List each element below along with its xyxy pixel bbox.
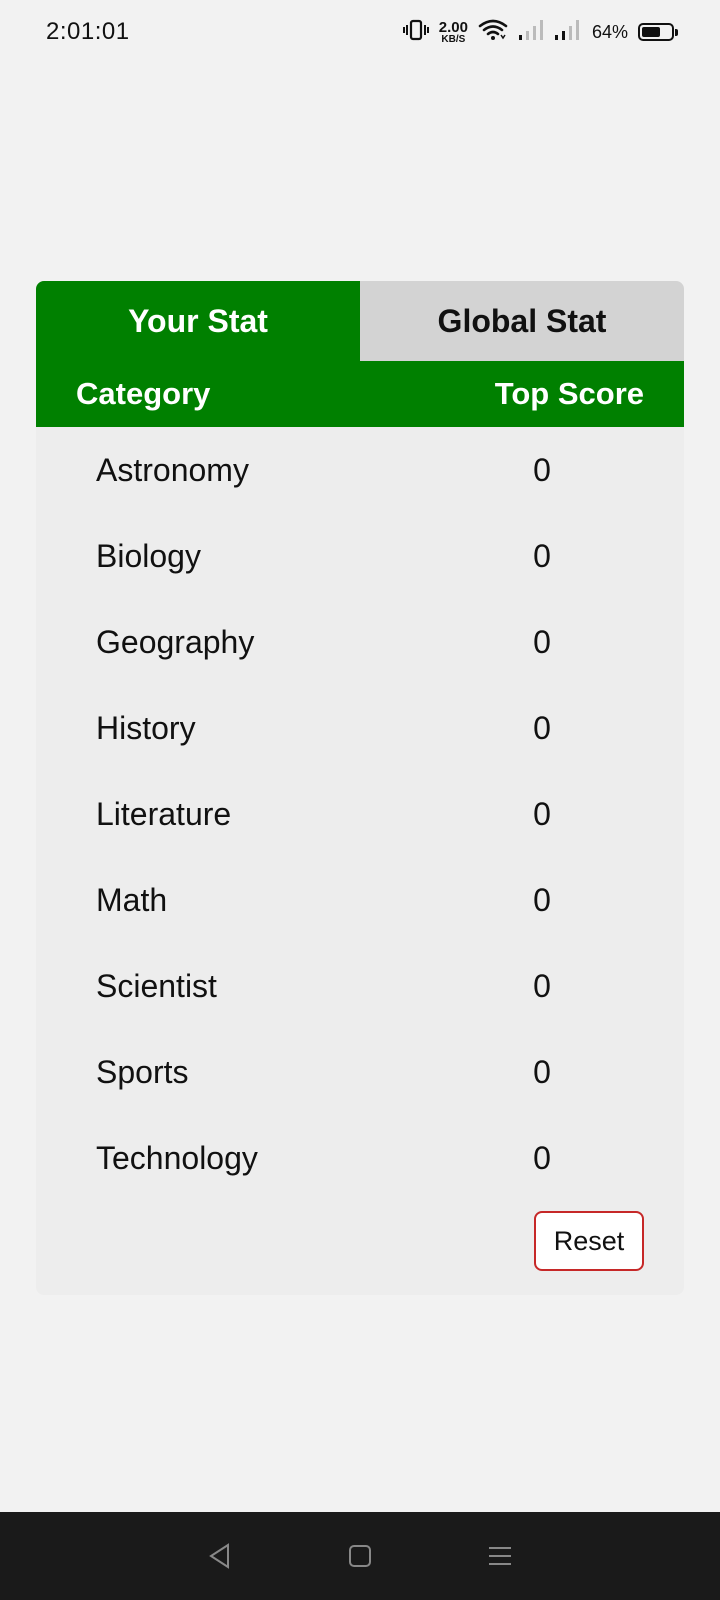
score-table: Astronomy 0 Biology 0 Geography 0 Histor… <box>36 427 684 1201</box>
battery-level <box>642 27 660 37</box>
table-row: Geography 0 <box>36 599 684 685</box>
wifi-icon <box>478 18 508 47</box>
navigation-bar <box>0 1512 720 1600</box>
table-row: Literature 0 <box>36 771 684 857</box>
row-score: 0 <box>533 537 551 574</box>
network-speed-unit: KB/S <box>441 33 466 45</box>
status-time: 2:01:01 <box>46 18 130 45</box>
table-header: Category Top Score <box>36 361 684 427</box>
row-category: Scientist <box>96 967 217 1004</box>
table-row: Technology 0 <box>36 1115 684 1201</box>
header-top-score: Top Score <box>494 376 644 411</box>
row-score: 0 <box>533 967 551 1004</box>
row-category: Math <box>96 881 168 918</box>
back-icon[interactable] <box>190 1526 250 1586</box>
battery-percent: 64% <box>591 21 628 42</box>
row-category: Geography <box>96 623 255 660</box>
battery-icon <box>638 23 678 41</box>
reset-button[interactable]: Reset <box>534 1211 644 1271</box>
screen: 2:01:01 2.00 KB/S 64% Your Stat Global S… <box>0 0 720 1600</box>
stat-tabs: Your Stat Global Stat <box>36 281 684 361</box>
reset-container: Reset <box>534 1211 644 1271</box>
tab-your-stat[interactable]: Your Stat <box>36 281 360 361</box>
table-row: Sports 0 <box>36 1029 684 1115</box>
row-category: Sports <box>96 1053 189 1090</box>
table-row: History 0 <box>36 685 684 771</box>
row-score: 0 <box>533 709 551 746</box>
stats-card: Your Stat Global Stat Category Top Score… <box>36 281 684 1295</box>
table-row: Math 0 <box>36 857 684 943</box>
home-icon[interactable] <box>330 1526 390 1586</box>
row-score: 0 <box>533 795 551 832</box>
menu-icon[interactable] <box>470 1526 530 1586</box>
signal-icon-sim2 <box>554 19 580 46</box>
row-score: 0 <box>533 1139 551 1176</box>
table-row: Astronomy 0 <box>36 427 684 513</box>
tab-global-stat[interactable]: Global Stat <box>360 281 684 361</box>
row-score: 0 <box>533 451 551 488</box>
status-bar: 2:01:01 2.00 KB/S 64% <box>0 0 720 64</box>
row-category: Technology <box>96 1139 258 1176</box>
row-category: History <box>96 709 196 746</box>
header-category: Category <box>76 376 211 411</box>
status-icons: 2.00 KB/S 64% <box>402 18 678 47</box>
row-category: Astronomy <box>96 451 249 488</box>
row-score: 0 <box>533 881 551 918</box>
table-row: Scientist 0 <box>36 943 684 1029</box>
network-speed-value: 2.00 <box>438 18 468 36</box>
row-score: 0 <box>533 623 551 660</box>
row-score: 0 <box>533 1053 551 1090</box>
vibrate-icon <box>402 18 429 47</box>
network-speed: 2.00 KB/S <box>439 20 468 45</box>
row-category: Biology <box>96 537 201 574</box>
table-row: Biology 0 <box>36 513 684 599</box>
row-category: Literature <box>96 795 232 832</box>
signal-icon-sim1 <box>518 19 544 46</box>
